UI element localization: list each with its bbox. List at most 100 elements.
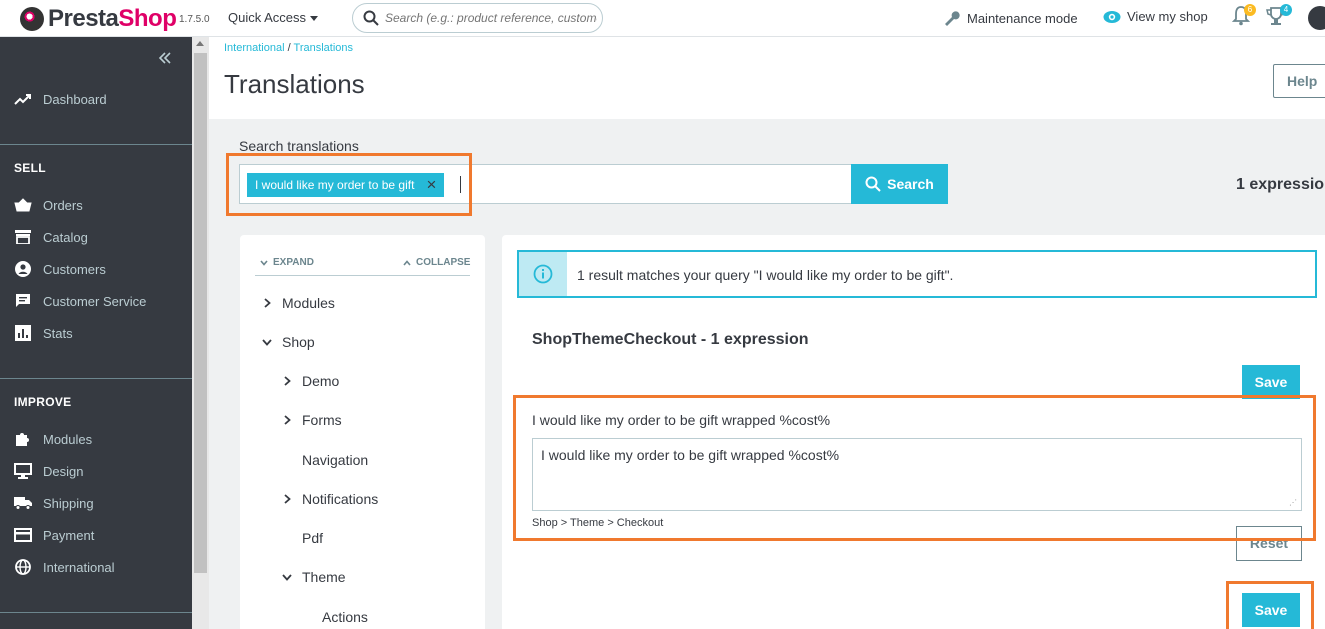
truck-icon [14, 495, 32, 511]
sidebar-item-label: Catalog [43, 229, 88, 245]
tree-node-theme[interactable]: Theme [282, 569, 346, 585]
chevron-down-icon [262, 337, 272, 347]
header-search-box[interactable] [352, 3, 603, 33]
tree-node-forms[interactable]: Forms [282, 412, 342, 428]
search-button-label: Search [887, 176, 934, 192]
sidebar-item-label: Modules [43, 431, 93, 447]
basket-icon [14, 197, 32, 213]
sidebar-item-dashboard[interactable]: Dashboard [14, 89, 107, 109]
expand-label: EXPAND [273, 257, 314, 268]
text-cursor [460, 176, 461, 193]
header-search-input[interactable] [385, 9, 597, 27]
chevron-down-icon [282, 572, 292, 582]
credit-card-icon [14, 527, 32, 543]
employee-avatar[interactable] [1308, 6, 1325, 30]
domain-group-title: ShopThemeCheckout - 1 expression [532, 331, 809, 348]
divider [0, 378, 192, 379]
tree-node-label: Demo [302, 373, 340, 389]
orders-notification-button[interactable]: 6 [1231, 4, 1256, 31]
version-label: 1.7.5.0 [179, 14, 210, 25]
sidebar-item-modules[interactable]: Modules [14, 429, 92, 449]
search-translations-input[interactable]: I would like my order to be gift × [239, 164, 852, 204]
remove-tag-close-icon[interactable]: × [426, 173, 436, 197]
view-shop-link[interactable]: View my shop [1103, 9, 1208, 24]
sidebar-item-label: Payment [43, 527, 95, 543]
globe-icon [14, 559, 32, 575]
collapse-label: COLLAPSE [416, 257, 471, 268]
tree-node-label: Navigation [302, 452, 369, 468]
breadcrumb-international[interactable]: International [224, 42, 285, 54]
expand-all-button[interactable]: EXPAND [260, 257, 314, 268]
wrench-icon [945, 11, 960, 26]
customers-notification-button[interactable]: 4 [1266, 4, 1292, 31]
sidebar-item-international[interactable]: International [14, 557, 115, 577]
sidebar-item-design[interactable]: Design [14, 461, 83, 481]
quick-access-dropdown[interactable]: Quick Access [228, 10, 319, 25]
sidebar-item-label: Customer Service [43, 293, 147, 309]
scroll-thumb[interactable] [194, 53, 207, 573]
orders-count-badge: 6 [1244, 4, 1256, 16]
chevron-right-icon [282, 415, 292, 425]
resize-grip-icon[interactable]: ⋰ [1289, 498, 1297, 507]
original-expression: I would like my order to be gift wrapped… [532, 412, 831, 428]
search-tag-label: I would like my order to be gift [255, 178, 415, 192]
translation-path: Shop > Theme > Checkout [532, 517, 664, 529]
sidebar-item-label: Stats [43, 325, 73, 341]
collapse-sidebar-button[interactable] [158, 51, 172, 68]
sidebar-scrollbar[interactable] [192, 37, 209, 629]
collapse-all-button[interactable]: COLLAPSE [403, 257, 470, 268]
logo-wordmark: PrestaShop [48, 5, 177, 32]
save-button-top[interactable]: Save [1242, 365, 1300, 399]
chevron-right-icon [282, 376, 292, 386]
search-translations-label: Search translations [239, 138, 359, 154]
maintenance-mode-link[interactable]: Maintenance mode [943, 9, 1078, 27]
tree-node-pdf[interactable]: Pdf [302, 530, 323, 546]
view-shop-label: View my shop [1127, 9, 1208, 24]
prestashop-puffin-icon [20, 7, 44, 31]
sidebar-item-label: Dashboard [43, 91, 107, 107]
divider [255, 275, 470, 276]
prestashop-logo[interactable]: PrestaShop [20, 5, 177, 33]
sidebar-item-shipping[interactable]: Shipping [14, 493, 94, 513]
improve-section-title: IMPROVE [14, 395, 72, 409]
tree-node-actions[interactable]: Actions [322, 609, 368, 625]
translation-tree-panel: EXPAND COLLAPSE Modules Shop Demo Forms … [240, 235, 485, 629]
eye-icon [1103, 10, 1121, 23]
translation-results-panel: 1 result matches your query "I would lik… [502, 235, 1325, 629]
save-button-bottom[interactable]: Save [1242, 593, 1300, 627]
chat-icon [14, 293, 32, 309]
reset-button[interactable]: Reset [1236, 526, 1302, 561]
scroll-up-arrow-icon[interactable] [196, 41, 204, 46]
divider [0, 612, 192, 613]
sidebar-item-orders[interactable]: Orders [14, 195, 83, 215]
info-message: 1 result matches your query "I would lik… [577, 267, 954, 283]
tree-node-modules[interactable]: Modules [262, 295, 335, 311]
tree-node-notifications[interactable]: Notifications [282, 491, 378, 507]
chevron-down-icon [260, 259, 268, 266]
help-button[interactable]: Help [1273, 64, 1325, 98]
tree-node-demo[interactable]: Demo [282, 373, 339, 389]
sidebar-item-catalog[interactable]: Catalog [14, 227, 88, 247]
tree-node-label: Notifications [302, 491, 379, 507]
desktop-icon [14, 463, 32, 479]
chevron-right-icon [282, 494, 292, 504]
tree-node-navigation[interactable]: Navigation [302, 452, 368, 468]
sidebar-item-label: International [43, 559, 115, 575]
quick-access-label: Quick Access [228, 10, 307, 25]
sidebar-item-customer-service[interactable]: Customer Service [14, 291, 146, 311]
breadcrumb-translations[interactable]: Translations [294, 42, 354, 54]
tree-node-shop[interactable]: Shop [262, 334, 315, 350]
sidebar-item-label: Design [43, 463, 84, 479]
maintenance-label: Maintenance mode [967, 10, 1078, 26]
store-icon [14, 229, 32, 245]
caret-down-icon [310, 16, 319, 22]
sidebar-item-label: Orders [43, 197, 83, 213]
sidebar-item-stats[interactable]: Stats [14, 323, 73, 343]
breadcrumb: International / Translations [224, 42, 353, 54]
info-alert: 1 result matches your query "I would lik… [517, 250, 1317, 298]
search-button[interactable]: Search [851, 164, 948, 204]
search-icon [363, 10, 379, 26]
sidebar-item-customers[interactable]: Customers [14, 259, 106, 279]
translation-textarea[interactable]: I would like my order to be gift wrapped… [532, 438, 1302, 511]
sidebar-item-payment[interactable]: Payment [14, 525, 94, 545]
